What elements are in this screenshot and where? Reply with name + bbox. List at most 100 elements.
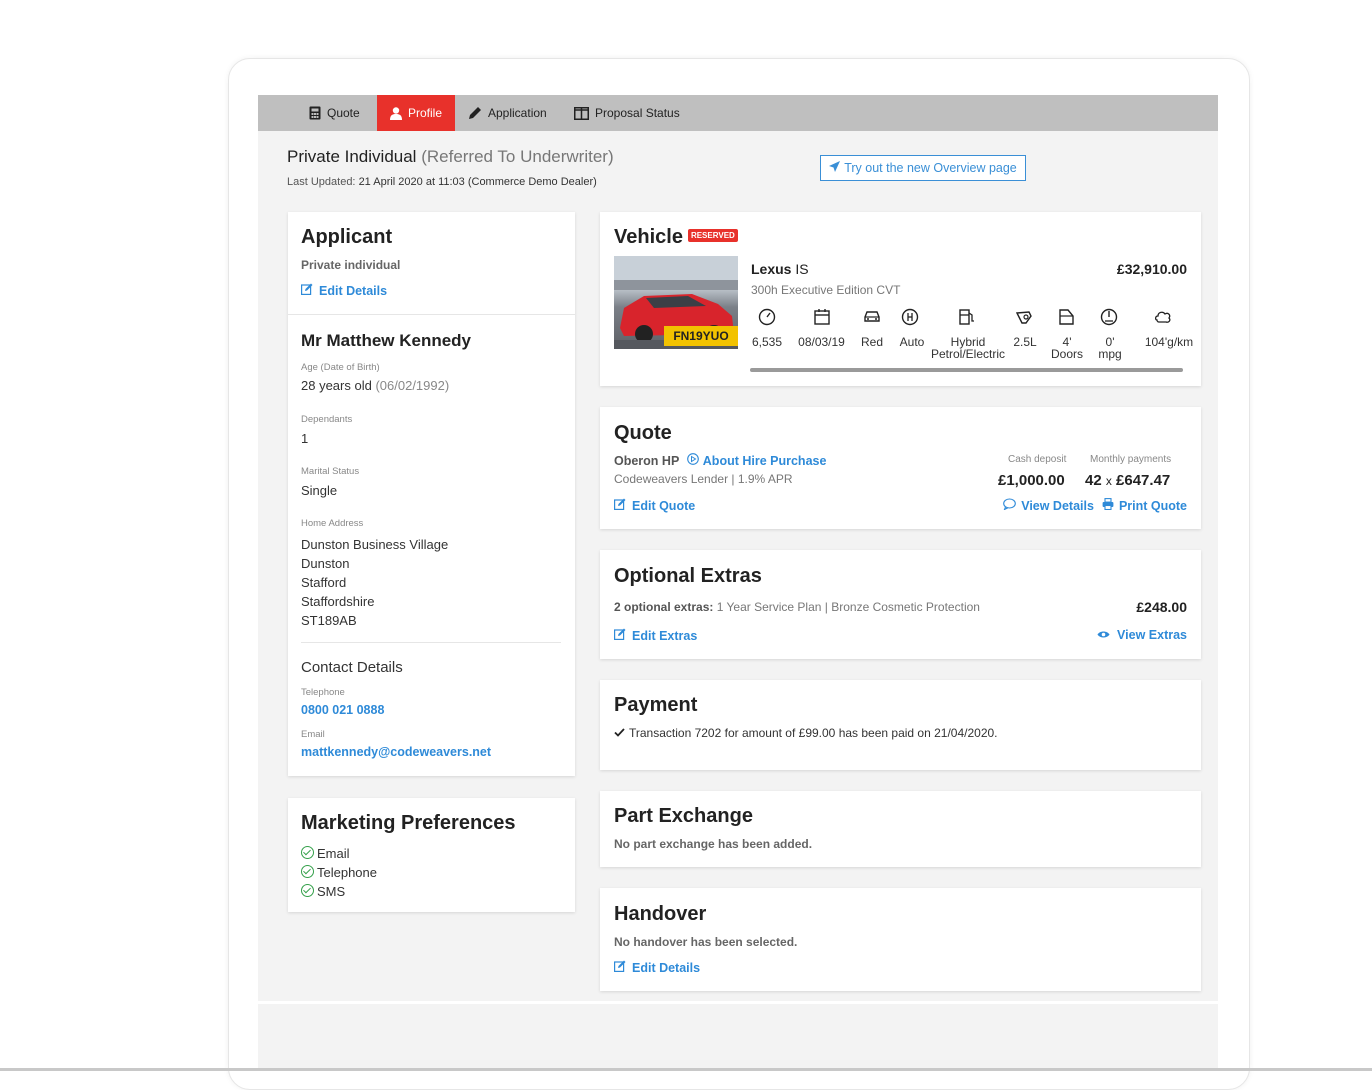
print-quote-link[interactable]: Print Quote <box>1102 498 1187 513</box>
extras-count: 2 optional extras: <box>614 600 714 614</box>
columns-icon <box>574 106 589 120</box>
tab-quote-label: Quote <box>327 106 360 120</box>
vehicle-price: £32,910.00 <box>1116 261 1187 277</box>
address-line: Staffordshire <box>301 594 375 609</box>
page-title-text: Private Individual <box>287 147 417 166</box>
vehicle-photo[interactable]: FN19YUO <box>614 256 738 349</box>
about-hp-link[interactable]: About Hire Purchase <box>686 453 827 468</box>
tab-quote[interactable]: Quote <box>309 95 377 131</box>
edit-handover-link[interactable]: Edit Details <box>614 960 700 975</box>
dependants-value: 1 <box>301 431 309 446</box>
door-icon <box>1059 309 1074 325</box>
part-exchange-card: Part Exchange No part exchange has been … <box>600 791 1201 867</box>
spec-co2: 104'g/km <box>1144 335 1194 349</box>
email-link[interactable]: mattkennedy@codeweavers.net <box>301 745 491 759</box>
spec-colour: Red <box>860 335 883 349</box>
monthly-label: Monthly payments <box>1090 454 1172 465</box>
home-address: Dunston Business Village Dunston Staffor… <box>301 535 448 630</box>
applicant-type: Private individual <box>301 258 401 272</box>
quote-lender: Codeweavers Lender | 1.9% APR <box>614 472 793 486</box>
vehicle-derivative: 300h Executive Edition CVT <box>751 283 901 297</box>
marketing-item-label: SMS <box>317 884 346 899</box>
payment-text: Transaction 7202 for amount of £99.00 ha… <box>629 726 998 740</box>
marital-value: Single <box>301 483 338 498</box>
view-extras-link[interactable]: View Extras <box>1097 628 1187 642</box>
marketing-card: Marketing Preferences Email Telephone SM… <box>288 798 575 912</box>
extras-card: Optional Extras 2 optional extras: 1 Yea… <box>600 550 1201 659</box>
divider <box>258 1001 1218 1004</box>
edit-icon <box>301 283 313 298</box>
marketing-heading: Marketing Preferences <box>301 812 516 834</box>
try-overview-button[interactable]: Try out the new Overview page <box>820 155 1026 181</box>
quote-product-row: Oberon HP About Hire Purchase <box>614 453 826 468</box>
edit-applicant-link[interactable]: Edit Details <box>301 283 387 298</box>
divider <box>301 642 561 643</box>
page-title: Private Individual (Referred To Underwri… <box>287 147 614 167</box>
specs-scrollbar[interactable] <box>750 368 1183 372</box>
monthly-value: 42 x £647.47 <box>1085 472 1170 489</box>
dob-text: (06/02/1992) <box>375 378 450 393</box>
tab-profile[interactable]: Profile <box>377 95 455 131</box>
handover-text: No handover has been selected. <box>614 935 798 949</box>
payment-status: Transaction 7202 for amount of £99.00 ha… <box>614 726 998 740</box>
spec-doors: 4' Doors <box>1050 335 1083 361</box>
edit-quote-link[interactable]: Edit Quote <box>614 498 695 513</box>
applicant-name: Mr Matthew Kennedy <box>301 331 472 350</box>
telephone-link[interactable]: 0800 021 0888 <box>301 703 384 717</box>
play-circle-icon <box>686 453 699 468</box>
edit-extras-link[interactable]: Edit Extras <box>614 628 697 643</box>
spec-registered: 08/03/19 <box>798 335 845 349</box>
eye-icon <box>1097 628 1110 642</box>
engine-icon <box>1015 311 1032 324</box>
telephone-label: Telephone <box>301 687 345 698</box>
last-updated-label: Last Updated: <box>287 176 356 188</box>
gauge-icon <box>1100 308 1118 326</box>
edit-icon <box>614 960 626 975</box>
car-icon <box>864 311 880 322</box>
handover-heading: Handover <box>614 903 707 925</box>
view-quote-details-link[interactable]: View Details <box>1003 498 1094 513</box>
tab-application-label: Application <box>488 106 547 120</box>
age-label: Age (Date of Birth) <box>301 362 380 373</box>
quote-actions: View Details Print Quote <box>1003 498 1187 513</box>
payment-card: Payment Transaction 7202 for amount of £… <box>600 680 1201 770</box>
spec-engine: 2.5L <box>1013 335 1037 349</box>
marketing-list: Email Telephone SMS <box>301 844 377 901</box>
deposit-value: £1,000.00 <box>998 472 1065 489</box>
tab-proposal-status[interactable]: Proposal Status <box>574 95 684 131</box>
marketing-item-email: Email <box>301 844 377 863</box>
pen-icon <box>468 106 482 120</box>
part-exchange-heading: Part Exchange <box>614 805 753 827</box>
spec-mileage: 6,535 <box>751 335 783 349</box>
marketing-item-telephone: Telephone <box>301 863 377 882</box>
tab-bar: Quote Profile Application Proposal Statu… <box>258 95 1218 131</box>
quote-card: Quote Oberon HP About Hire Purchase Code… <box>600 407 1201 529</box>
payment-heading: Payment <box>614 694 698 716</box>
applicant-card: Applicant Private individual Edit Detail… <box>288 212 575 776</box>
handover-card: Handover No handover has been selected. … <box>600 888 1201 991</box>
email-label: Email <box>301 729 325 740</box>
print-quote-label: Print Quote <box>1118 498 1187 513</box>
marital-label: Marital Status <box>301 466 360 477</box>
about-hp-label: About Hire Purchase <box>702 453 827 468</box>
calendar-icon <box>814 309 830 325</box>
checkmark-icon <box>614 726 625 740</box>
extras-list: 1 Year Service Plan | Bronze Cosmetic Pr… <box>716 600 980 614</box>
applicant-heading: Applicant <box>301 226 393 248</box>
extras-total: £248.00 <box>1136 599 1187 615</box>
view-extras-label: View Extras <box>1117 628 1187 642</box>
tab-profile-label: Profile <box>407 106 442 120</box>
address-line: Stafford <box>301 575 347 590</box>
tab-application[interactable]: Application <box>468 95 563 131</box>
spec-mpg: 0' mpg <box>1098 335 1122 361</box>
edit-icon <box>614 628 626 643</box>
edit-extras-label: Edit Extras <box>632 628 698 643</box>
vehicle-card: Vehicle RESERVED FN19YUO Lexus IS £32,910… <box>600 212 1201 386</box>
address-line: Dunston Business Village <box>301 537 449 552</box>
check-circle-icon <box>301 846 314 859</box>
monthly-amount: £647.47 <box>1116 472 1171 489</box>
marketing-item-label: Email <box>317 846 350 861</box>
view-details-label: View Details <box>1021 498 1094 513</box>
dependants-label: Dependants <box>301 414 353 425</box>
check-circle-icon <box>301 884 314 897</box>
